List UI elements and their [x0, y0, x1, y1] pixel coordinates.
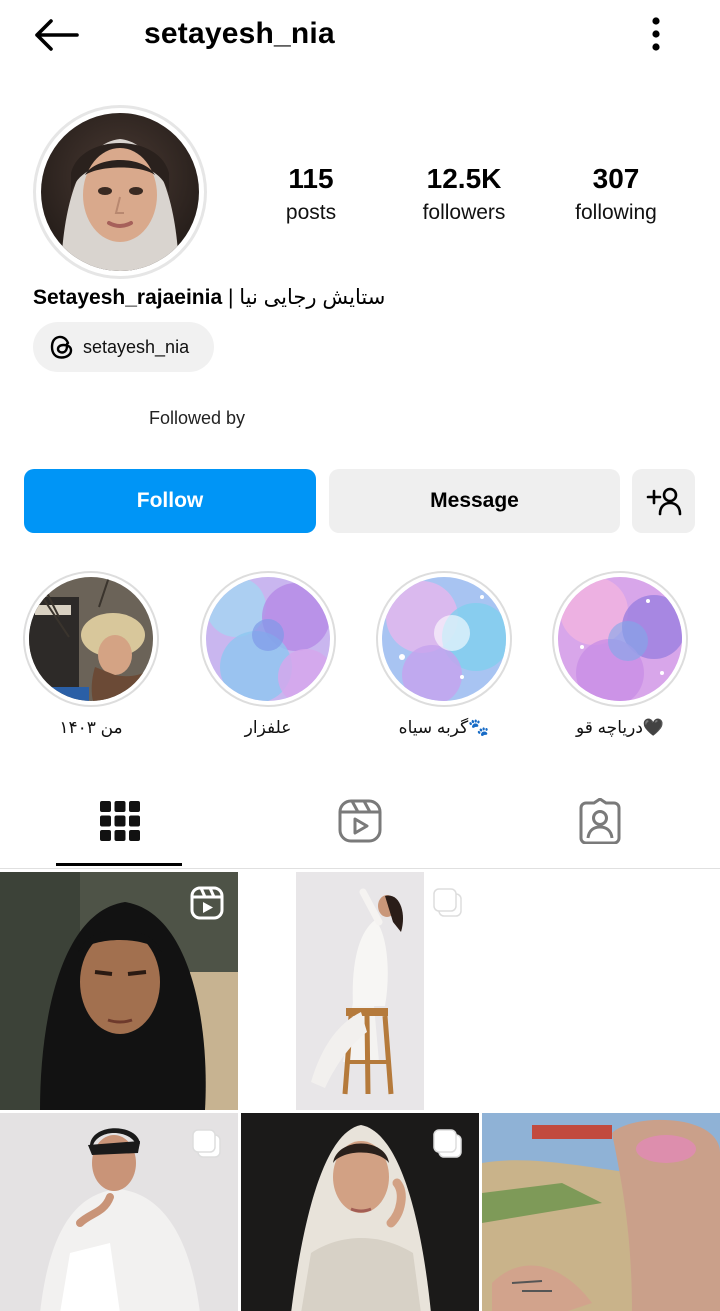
profile-fullname: Setayesh_rajaeinia | ستایش رجایی نیا	[33, 284, 385, 312]
grid-icon	[100, 801, 140, 841]
profile-username: setayesh_nia	[144, 17, 335, 50]
following-stat[interactable]: 307 following	[541, 162, 691, 230]
fullname-separator: |	[222, 286, 240, 309]
post-thumbnail[interactable]	[482, 1113, 720, 1311]
profile-tabs	[0, 775, 720, 869]
more-options-button[interactable]	[636, 12, 676, 56]
post-thumbnail[interactable]	[241, 872, 479, 1110]
highlight-item[interactable]: من ۱۴۰۳	[22, 571, 160, 741]
highlight-label: دریاچه قو🖤	[575, 718, 665, 737]
threads-handle: setayesh_nia	[83, 336, 190, 357]
post-thumbnail[interactable]	[0, 1113, 238, 1311]
highlight-item[interactable]: دریاچه قو🖤	[551, 571, 689, 741]
followers-count: 12.5K	[426, 163, 502, 194]
highlight-label: علفزار	[244, 718, 292, 737]
carousel-icon	[433, 888, 462, 917]
highlight-item[interactable]: گربه سیاه🐾	[375, 571, 513, 741]
following-label: following	[575, 201, 657, 224]
posts-stat[interactable]: 115 posts	[236, 162, 386, 230]
followed-by-text[interactable]: Followed by	[149, 405, 245, 431]
active-tab-indicator	[56, 863, 182, 866]
followers-stat[interactable]: 12.5K followers	[389, 162, 539, 230]
reels-icon	[338, 799, 382, 843]
avatar-photo	[41, 113, 199, 271]
back-button[interactable]	[30, 14, 82, 56]
carousel-icon	[433, 1129, 462, 1158]
carousel-icon	[192, 1129, 221, 1158]
suggested-users-button[interactable]	[632, 469, 695, 533]
highlight-item[interactable]: علفزار	[199, 571, 337, 741]
add-person-icon	[646, 487, 681, 516]
message-button[interactable]: Message	[329, 469, 620, 533]
post-thumbnail[interactable]	[0, 872, 238, 1110]
follow-button[interactable]: Follow	[24, 469, 316, 533]
highlight-cover	[382, 577, 506, 701]
kebab-menu-icon	[652, 17, 660, 51]
reel-icon	[190, 886, 224, 920]
posts-count: 115	[288, 163, 334, 194]
highlight-label: من ۱۴۰۳	[59, 718, 123, 737]
fullname-latin: Setayesh_rajaeinia	[33, 286, 223, 309]
profile-avatar[interactable]	[33, 105, 207, 279]
highlight-cover	[29, 577, 153, 701]
highlight-cover	[206, 577, 330, 701]
post-thumbnail[interactable]	[241, 1113, 479, 1311]
threads-link[interactable]: setayesh_nia	[33, 322, 214, 372]
highlight-label: گربه سیاه🐾	[398, 718, 490, 737]
threads-icon	[50, 335, 73, 359]
tab-reels[interactable]	[240, 775, 480, 867]
followers-label: followers	[422, 201, 506, 224]
tab-tagged[interactable]	[480, 775, 720, 867]
tagged-icon	[579, 798, 621, 844]
back-arrow-icon	[35, 19, 79, 51]
fullname-persian: ستایش رجایی نیا	[239, 286, 386, 309]
following-count: 307	[592, 163, 640, 194]
tab-posts-grid[interactable]	[0, 775, 240, 867]
posts-label: posts	[285, 201, 337, 224]
highlight-cover	[558, 577, 682, 701]
top-bar: setayesh_nia	[0, 0, 720, 70]
